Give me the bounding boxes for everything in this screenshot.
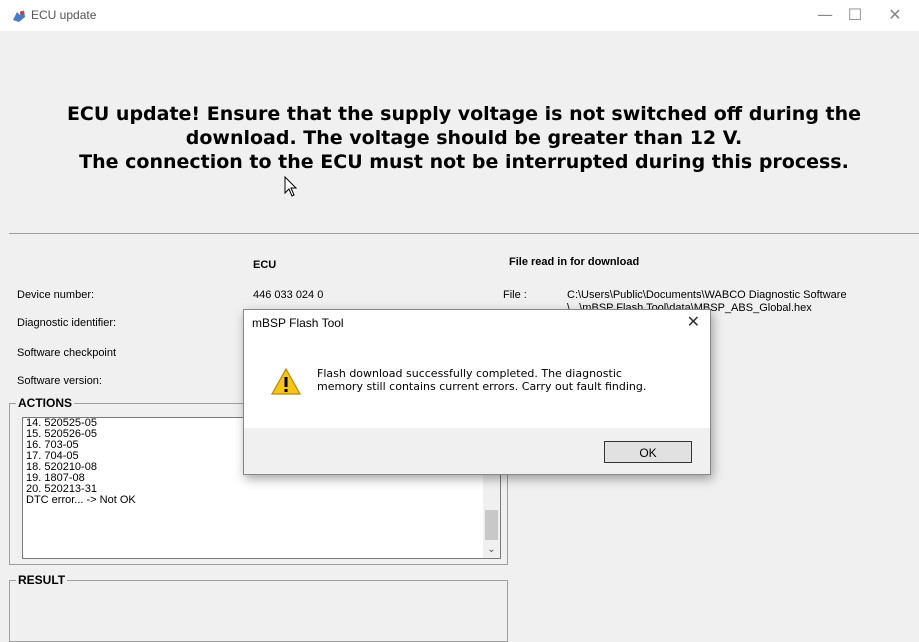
warning-icon	[270, 367, 302, 395]
dialog-message: Flash download successfully completed. T…	[317, 367, 697, 393]
close-button[interactable]: ✕	[880, 5, 910, 25]
minimize-button[interactable]: —	[810, 5, 840, 25]
maximize-button[interactable]: ☐	[840, 5, 870, 25]
scroll-down-icon[interactable]: ⌄	[483, 541, 500, 558]
ecu-app-icon	[13, 10, 25, 22]
device-number-value: 446 033 024 0	[253, 289, 324, 301]
actions-title: ACTIONS	[16, 396, 74, 410]
dialog-close-button[interactable]: ✕	[687, 312, 700, 331]
list-item: DTC error... -> Not OK	[26, 494, 136, 506]
ecu-header: ECU	[253, 259, 277, 271]
result-title: RESULT	[16, 573, 68, 587]
software-version-label: Software version:	[17, 375, 102, 387]
dialog-message-line-2: memory still contains current errors. Ca…	[317, 380, 647, 393]
device-number-label: Device number:	[17, 289, 95, 301]
title-bar: ECU update — ☐ ✕	[0, 0, 919, 31]
software-checkpoint-label: Software checkpoint	[17, 347, 117, 359]
dialog-title: mBSP Flash Tool	[252, 316, 344, 330]
diagnostic-identifier-label: Diagnostic identifier:	[17, 317, 117, 329]
file-header: File read in for download	[509, 256, 640, 268]
dialog-footer: OK	[244, 428, 710, 474]
dialog-message-line-1: Flash download successfully completed. T…	[317, 367, 622, 380]
warning-line-2: download. The voltage should be greater …	[185, 127, 743, 149]
ok-button[interactable]: OK	[604, 441, 692, 463]
scrollbar-thumb[interactable]	[485, 510, 498, 540]
file-label: File :	[503, 289, 527, 301]
warning-banner: ECU update! Ensure that the supply volta…	[9, 36, 919, 234]
window-title: ECU update	[31, 8, 97, 22]
flash-tool-dialog: mBSP Flash Tool ✕ Flash download success…	[243, 309, 711, 475]
mouse-cursor-icon	[284, 176, 298, 197]
warning-line-1: ECU update! Ensure that the supply volta…	[66, 103, 862, 125]
warning-line-3: The connection to the ECU must not be in…	[79, 151, 849, 173]
file-path-line-1: C:\Users\Public\Documents\WABCO Diagnost…	[567, 289, 847, 301]
warning-text: ECU update! Ensure that the supply volta…	[9, 102, 919, 174]
